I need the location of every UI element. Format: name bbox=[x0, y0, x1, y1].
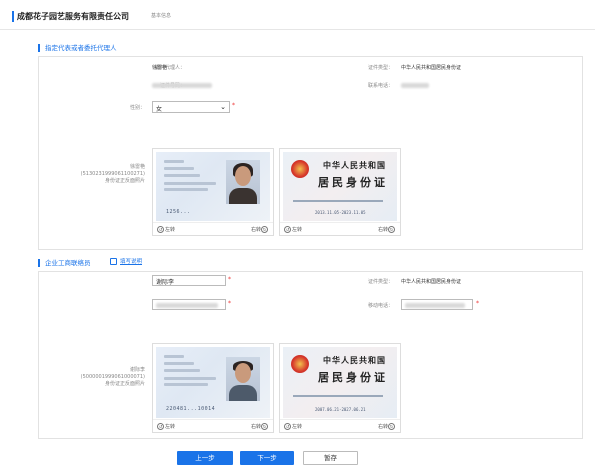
id-number-redacted bbox=[152, 83, 212, 88]
rotate-left-label: 左转 bbox=[292, 227, 303, 233]
rotate-left-icon: ↺ bbox=[157, 226, 164, 233]
next-step-button[interactable]: 下一步 bbox=[240, 451, 294, 465]
prev-step-button[interactable]: 上一步 bbox=[177, 451, 233, 465]
name-input[interactable]: 谢际李 bbox=[152, 275, 226, 286]
portrait-photo bbox=[226, 357, 260, 401]
rotate-right-icon: ↻ bbox=[388, 226, 395, 233]
contact-section-title-text: 企业工商联络员 bbox=[45, 259, 91, 267]
id-card-front[interactable]: 220481...10014 ↺ 左转 右转 ↻ bbox=[152, 343, 274, 433]
section-bar bbox=[38, 259, 40, 267]
rotate-right-label: 右转 bbox=[250, 227, 261, 233]
rotate-right-icon: ↻ bbox=[261, 423, 268, 430]
rotate-left-label: 左转 bbox=[165, 424, 176, 430]
id-card-back[interactable]: 中华人民共和国 居民身份证 2007.06.21-2027.06.21 ↺ 左转 … bbox=[279, 343, 401, 433]
rotate-right-icon: ↻ bbox=[261, 226, 268, 233]
edit-icon bbox=[110, 258, 117, 265]
card-title-1: 中华人民共和国 bbox=[323, 355, 386, 365]
rotate-left-label: 左转 bbox=[292, 424, 303, 430]
card-validity: 2013.11.05-2023.11.05 bbox=[315, 210, 366, 215]
required-mark: * bbox=[228, 276, 231, 283]
id-card-back-image: 中华人民共和国 居民身份证 2013.11.05-2023.11.05 bbox=[283, 152, 397, 221]
section-bar bbox=[38, 44, 40, 52]
required-mark: * bbox=[476, 300, 479, 307]
id-type-value: 中华人民共和国居民身份证 bbox=[401, 65, 462, 71]
mobile-label: 移动电话： bbox=[367, 303, 393, 309]
card-title-1: 中华人民共和国 bbox=[323, 160, 386, 170]
gender-label: 性别： bbox=[129, 105, 145, 111]
gender-select-value: 女 bbox=[156, 106, 163, 113]
rotate-left-button[interactable]: ↺ 左转 bbox=[284, 423, 302, 430]
agent-panel: 委托代理人： 徐雷艳 证件类型： 中华人民共和国居民身份证 证件号码： 联系电话… bbox=[38, 56, 583, 250]
rotate-left-icon: ↺ bbox=[284, 226, 291, 233]
required-mark: * bbox=[228, 300, 231, 307]
caption-id: (5000001999061000071) bbox=[80, 374, 145, 380]
agent-value: 徐雷艳 bbox=[152, 65, 168, 71]
rotate-right-button[interactable]: 右转 ↻ bbox=[251, 226, 269, 233]
breadcrumb[interactable]: 基本信息 bbox=[151, 12, 171, 19]
fill-guide-link-label: 填写说明 bbox=[120, 259, 143, 265]
contact-id-type-label: 证件类型： bbox=[367, 279, 393, 285]
agent-section-title: 指定代表或者委托代理人 bbox=[38, 42, 117, 52]
agent-label: 委托代理人： bbox=[154, 65, 185, 71]
rotate-left-label: 左转 bbox=[165, 227, 176, 233]
rotate-right-icon: ↻ bbox=[388, 423, 395, 430]
caption-name: 谢际李 bbox=[129, 367, 145, 373]
contact-id-type-value: 中华人民共和国居民身份证 bbox=[401, 279, 462, 285]
id-card-front-image: 1256... bbox=[156, 152, 270, 221]
id-card-back[interactable]: 中华人民共和国 居民身份证 2013.11.05-2023.11.05 ↺ 左转 … bbox=[279, 148, 401, 236]
rotate-left-icon: ↺ bbox=[157, 423, 164, 430]
rotate-left-button[interactable]: ↺ 左转 bbox=[284, 226, 302, 233]
contact-id-number-input[interactable] bbox=[152, 299, 226, 310]
rotate-right-button[interactable]: 右转 ↻ bbox=[378, 226, 396, 233]
page-header: 成都花子园艺服务有限责任公司 基本信息 bbox=[0, 0, 595, 30]
caption-desc: 身份证正反面照片 bbox=[104, 178, 145, 184]
rotate-right-label: 右转 bbox=[377, 227, 388, 233]
portrait-photo bbox=[226, 160, 260, 204]
id-card-front-image: 220481...10014 bbox=[156, 347, 270, 418]
fill-guide-link[interactable]: 填写说明 bbox=[110, 257, 142, 265]
agent-section-title-text: 指定代表或者委托代理人 bbox=[45, 44, 117, 52]
agent-photo-caption: 徐雷艳 (5130231999061100271) 身份证正反面照片 bbox=[59, 164, 145, 185]
caption-id: (5130231999061100271) bbox=[80, 171, 145, 177]
rotate-right-button[interactable]: 右转 ↻ bbox=[378, 423, 396, 430]
chevron-down-icon: ⌄ bbox=[220, 103, 226, 111]
company-title: 成都花子园艺服务有限责任公司 bbox=[12, 11, 129, 22]
rotate-left-icon: ↺ bbox=[284, 423, 291, 430]
contact-section-title: 企业工商联络员 bbox=[38, 257, 91, 267]
required-mark: * bbox=[232, 102, 235, 109]
national-emblem-icon bbox=[291, 355, 309, 373]
id-card-number: 1256... bbox=[166, 209, 191, 215]
caption-desc: 身份证正反面照片 bbox=[104, 381, 145, 387]
rotate-left-button[interactable]: ↺ 左转 bbox=[157, 226, 175, 233]
rotate-right-button[interactable]: 右转 ↻ bbox=[251, 423, 269, 430]
phone-label: 联系电话： bbox=[367, 83, 393, 89]
caption-name: 徐雷艳 bbox=[129, 164, 145, 170]
id-card-front[interactable]: 1256... ↺ 左转 右转 ↻ bbox=[152, 148, 274, 236]
id-card-back-image: 中华人民共和国 居民身份证 2007.06.21-2027.06.21 bbox=[283, 347, 397, 418]
rotate-right-label: 右转 bbox=[250, 424, 261, 430]
card-validity: 2007.06.21-2027.06.21 bbox=[315, 407, 366, 412]
phone-redacted bbox=[401, 83, 429, 88]
gender-select[interactable]: 女 ⌄ bbox=[152, 101, 230, 113]
id-type-label: 证件类型： bbox=[367, 65, 393, 71]
mobile-input[interactable] bbox=[401, 299, 473, 310]
id-card-number: 220481...10014 bbox=[166, 406, 216, 412]
card-title-2: 居民身份证 bbox=[318, 371, 388, 384]
contact-photo-caption: 谢际李 (5000001999061000071) 身份证正反面照片 bbox=[59, 367, 145, 388]
rotate-left-button[interactable]: ↺ 左转 bbox=[157, 423, 175, 430]
rotate-right-label: 右转 bbox=[377, 424, 388, 430]
contact-panel: 姓名： 谢际李 * 证件类型： 中华人民共和国居民身份证 证件号码： * 移动电… bbox=[38, 271, 583, 439]
national-emblem-icon bbox=[291, 160, 309, 178]
card-title-2: 居民身份证 bbox=[318, 176, 388, 189]
save-draft-button[interactable]: 暂存 bbox=[303, 451, 358, 465]
